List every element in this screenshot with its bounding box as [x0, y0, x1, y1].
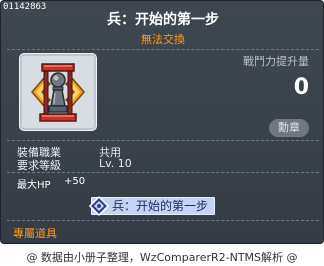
footer-credit: @ 数据由小册子整理，WzComparerR2-NTMS解析 @: [26, 251, 298, 264]
power-increase-value: 0: [293, 75, 309, 100]
level-value: Lv. 10: [99, 157, 132, 170]
divider-top: [7, 49, 319, 50]
level-row: 要求等級 Lv. 10: [17, 157, 132, 173]
item-name: 兵：开始的第一步: [107, 12, 219, 28]
set-skill-label: 兵：开始的第一步: [112, 199, 209, 213]
pawn-chess-medal-icon: [31, 63, 85, 122]
bonus-hp-row: 最大HP +50: [17, 176, 85, 191]
item-icon-frame: [19, 53, 97, 131]
bonus-hp-value: +50: [64, 176, 86, 187]
bonus-hp-label: 最大HP: [17, 180, 51, 191]
set-skill-chip[interactable]: 兵：开始的第一步: [88, 195, 216, 217]
trade-status: 無法交換: [141, 33, 185, 46]
medal-button[interactable]: 勳章: [269, 119, 309, 137]
exclusive-item-label: 專屬道具: [13, 227, 57, 240]
power-increase-label: 戰鬥力提升量: [243, 55, 309, 68]
divider-middle: [7, 140, 319, 141]
divider-stats: [7, 172, 319, 173]
level-label: 要求等級: [17, 159, 61, 172]
ornament-icon: [88, 195, 110, 217]
divider-bottom: [7, 220, 319, 221]
item-tooltip: 01142863 兵：开始的第一步 無法交換 戰鬥力提升量 0 勳章 裝備職業 …: [0, 0, 324, 244]
